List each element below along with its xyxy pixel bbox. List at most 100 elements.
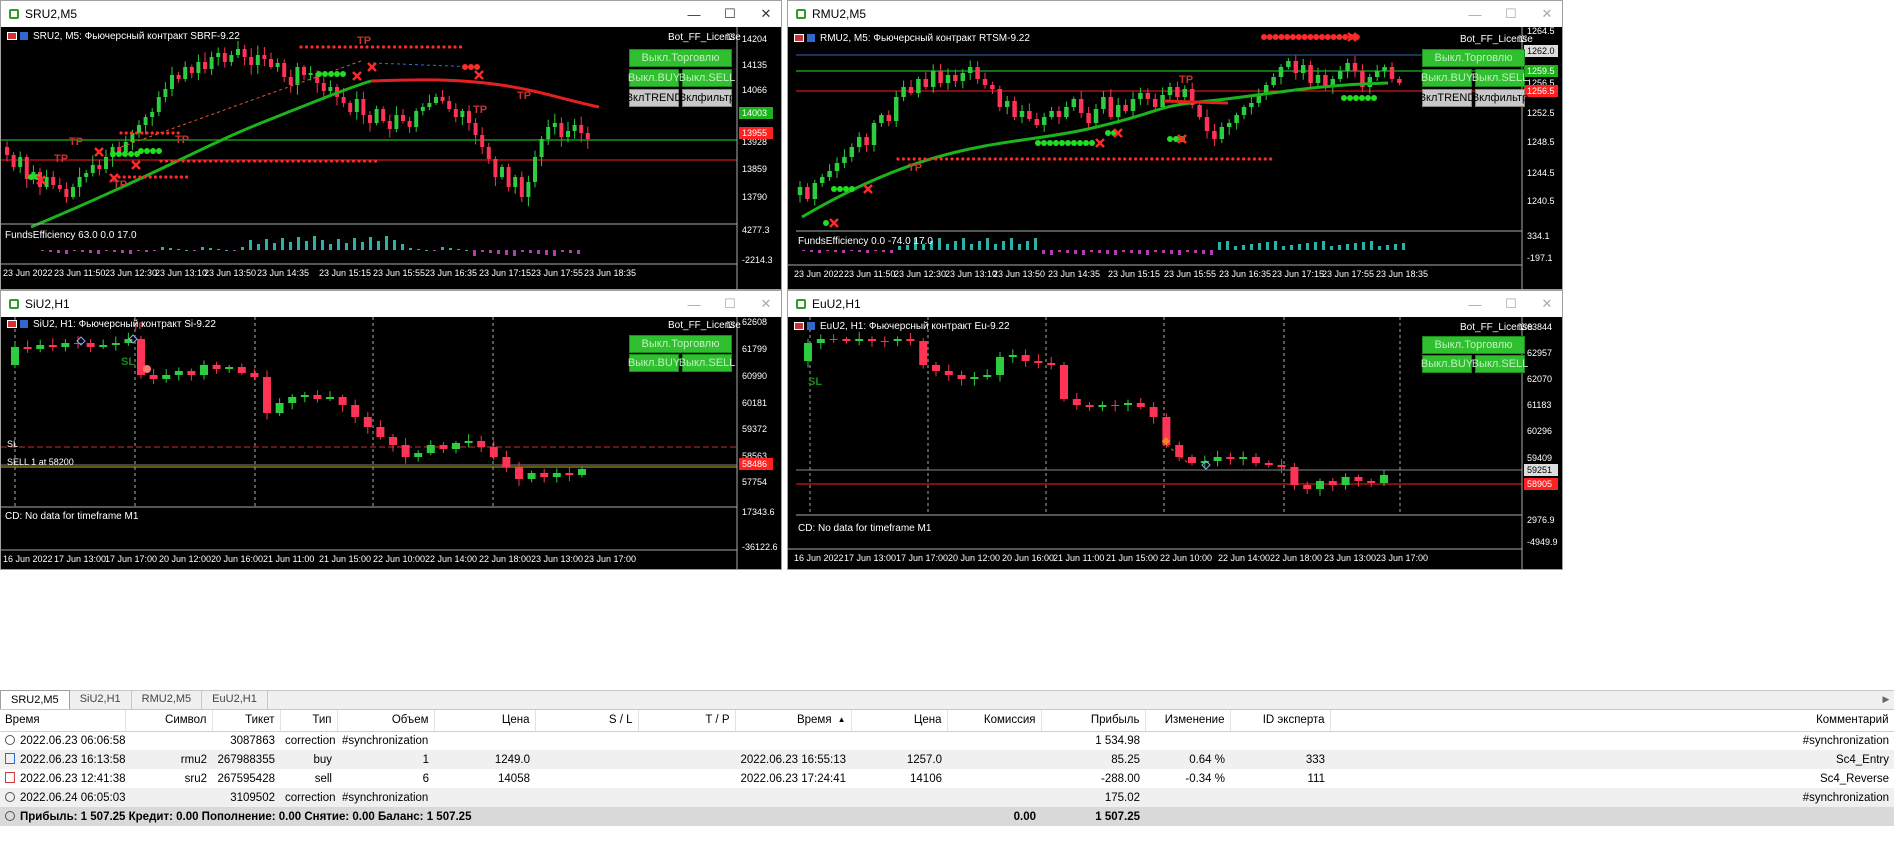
tab-euu2[interactable]: EuU2,H1 <box>202 690 268 709</box>
indicator-bar <box>1002 241 1005 250</box>
chart-area-sru2[interactable]: TPTPTPTPTPTPTP14204141351406613997139281… <box>1 27 781 289</box>
scroll-right-icon[interactable]: ▶ <box>1878 690 1894 709</box>
signal-dot <box>1053 157 1057 161</box>
chart-title: RMU2,M5 <box>812 7 867 21</box>
disable-sell-button[interactable]: Выкл.SELL <box>1472 69 1528 87</box>
disable-trading-button[interactable]: Выкл.Торговлю <box>629 49 732 67</box>
candle-body <box>255 55 260 65</box>
signal-dot <box>340 159 345 163</box>
col-header-time[interactable]: Время <box>0 710 126 732</box>
time-tick-label: 23 Jun 15:15 <box>1108 269 1160 279</box>
time-tick-label: 22 Jun 10:00 <box>1160 553 1212 563</box>
enable-filter-button[interactable]: Вклфильтр <box>1472 89 1528 107</box>
indicator-bar <box>810 250 813 252</box>
disable-sell-button[interactable]: Выкл.SELL <box>679 354 735 372</box>
tab-rmu2[interactable]: RMU2,M5 <box>132 690 203 709</box>
chart-caption-text: SRU2, M5: Фьючерсный контракт SBRF-9.22 <box>33 31 240 42</box>
chart-window-euu2[interactable]: EuU2,H1 — ☐ ✕ SL 63844 62957 62070 61183 6029… <box>787 290 1563 570</box>
signal-dot <box>945 157 949 161</box>
cell-price <box>434 788 535 807</box>
maximize-icon[interactable]: ☐ <box>721 296 739 312</box>
close-icon[interactable]: ✕ <box>1538 6 1556 22</box>
candle-body <box>84 173 89 177</box>
time-tick-label: 17 Jun 13:00 <box>844 553 896 563</box>
candle-body <box>1019 111 1025 117</box>
chart-window-sru2[interactable]: SRU2,M5 — ☐ ✕ TP TP TP TP TP TP TP 14204 14135 14… <box>0 0 782 290</box>
tp-label: TP <box>175 134 189 146</box>
signal-dot <box>143 175 147 179</box>
candle-body <box>1212 131 1217 139</box>
signal-dot <box>348 45 353 49</box>
enable-filter-button[interactable]: Вклфильтр <box>679 89 735 107</box>
indicator-bar <box>1162 250 1165 253</box>
window-controls: — ☐ ✕ <box>685 1 775 27</box>
col-header-profit[interactable]: Прибыль <box>1041 710 1146 732</box>
candle-body <box>578 469 586 475</box>
time-tick-label: 23 Jun 13:00 <box>1324 553 1376 563</box>
col-header-volume[interactable]: Объем <box>337 710 435 732</box>
signal-dot <box>148 175 152 179</box>
minimize-icon[interactable]: — <box>1466 7 1484 22</box>
col-header-sl[interactable]: S / L <box>535 710 639 732</box>
minimize-icon[interactable]: — <box>1466 297 1484 312</box>
disable-buy-button[interactable]: Выкл.BUY <box>1421 355 1473 373</box>
enable-trend-button[interactable]: ВклTREND <box>626 89 682 107</box>
disable-buy-button[interactable]: Выкл.BUY <box>628 354 680 372</box>
table-row[interactable]: 2022.06.23 06:06:58 3087863 correction #syn… <box>0 731 1894 750</box>
indicator-bar <box>1378 246 1381 250</box>
col-header-tp[interactable]: T / P <box>638 710 736 732</box>
minimize-icon[interactable]: — <box>685 7 703 22</box>
chart-area-siu2[interactable]: SL SELL 1 at 58200 SL TP 62608 61799 60990 6018… <box>1 317 781 569</box>
chart-area-euu2[interactable]: SL63844629576207061183602965940958522592… <box>788 317 1562 569</box>
indicator-bar <box>994 244 997 250</box>
table-row[interactable]: 2022.06.23 12:41:38 sru2 267595428 sell 6 140… <box>0 769 1894 788</box>
close-icon[interactable]: ✕ <box>1538 296 1556 312</box>
candle-body <box>515 467 523 479</box>
tab-siu2[interactable]: SiU2,H1 <box>70 690 132 709</box>
chart-window-rmu2[interactable]: RMU2,M5 — ☐ ✕ TPTP1264.51262.01260.51256… <box>787 0 1563 290</box>
indicator-bar <box>1370 241 1373 250</box>
col-header-change[interactable]: Изменение <box>1145 710 1231 732</box>
signal-dot <box>376 45 380 49</box>
candle-body <box>275 403 284 413</box>
maximize-icon[interactable]: ☐ <box>1502 296 1520 312</box>
cell-expert-id: 333 <box>1230 750 1330 769</box>
col-header-symbol[interactable]: Символ <box>125 710 213 732</box>
candle-body <box>804 343 812 361</box>
table-row[interactable]: 2022.06.23 16:13:58 rmu2 267988355 buy 1 1249… <box>0 750 1894 769</box>
col-header-type[interactable]: Тип <box>280 710 338 732</box>
candle-body <box>1239 457 1248 459</box>
maximize-icon[interactable]: ☐ <box>721 6 739 22</box>
col-header-commission[interactable]: Комиссия <box>947 710 1042 732</box>
enable-trend-button[interactable]: ВклTREND <box>1419 89 1475 107</box>
signal-dot <box>1074 157 1078 161</box>
disable-buy-button[interactable]: Выкл.BUY <box>1421 69 1473 87</box>
col-header-time-close[interactable]: Время ▲ <box>735 710 852 732</box>
col-header-price-close[interactable]: Цена <box>851 710 948 732</box>
signal-dot <box>332 45 336 49</box>
col-header-ticket[interactable]: Тикет <box>212 710 281 732</box>
signal-dot <box>462 64 468 70</box>
disable-sell-button[interactable]: Выкл.SELL <box>1472 355 1528 373</box>
maximize-icon[interactable]: ☐ <box>1502 6 1520 22</box>
indicator-bar <box>1266 242 1269 250</box>
tab-sru2[interactable]: SRU2,M5 <box>0 690 70 709</box>
chart-window-siu2[interactable]: SiU2,H1 — ☐ ✕ SL SELL 1 at 58200 SL TP 62608… <box>0 290 782 570</box>
close-icon[interactable]: ✕ <box>757 296 775 312</box>
col-header-comment[interactable]: Комментарий <box>1330 710 1894 732</box>
candle-body <box>1064 107 1069 117</box>
disable-trading-button[interactable]: Выкл.Торговлю <box>1422 336 1525 354</box>
disable-trading-button[interactable]: Выкл.Торговлю <box>629 335 732 353</box>
signal-dot <box>1261 34 1267 40</box>
col-header-expert-id[interactable]: ID эксперта <box>1230 710 1331 732</box>
disable-trading-button[interactable]: Выкл.Торговлю <box>1422 49 1525 67</box>
close-icon[interactable]: ✕ <box>757 6 775 22</box>
table-row[interactable]: 2022.06.24 06:05:03 3109502 correction #syn… <box>0 788 1894 807</box>
minimize-icon[interactable]: — <box>685 297 703 312</box>
candle-body <box>1197 105 1202 117</box>
disable-sell-button[interactable]: Выкл.SELL <box>679 69 735 87</box>
disable-buy-button[interactable]: Выкл.BUY <box>628 69 680 87</box>
col-header-price[interactable]: Цена <box>434 710 536 732</box>
chart-area-rmu2[interactable]: TPTP1264.51262.01260.51256.51252.51248.5… <box>788 27 1562 289</box>
signal-dot <box>247 159 251 163</box>
